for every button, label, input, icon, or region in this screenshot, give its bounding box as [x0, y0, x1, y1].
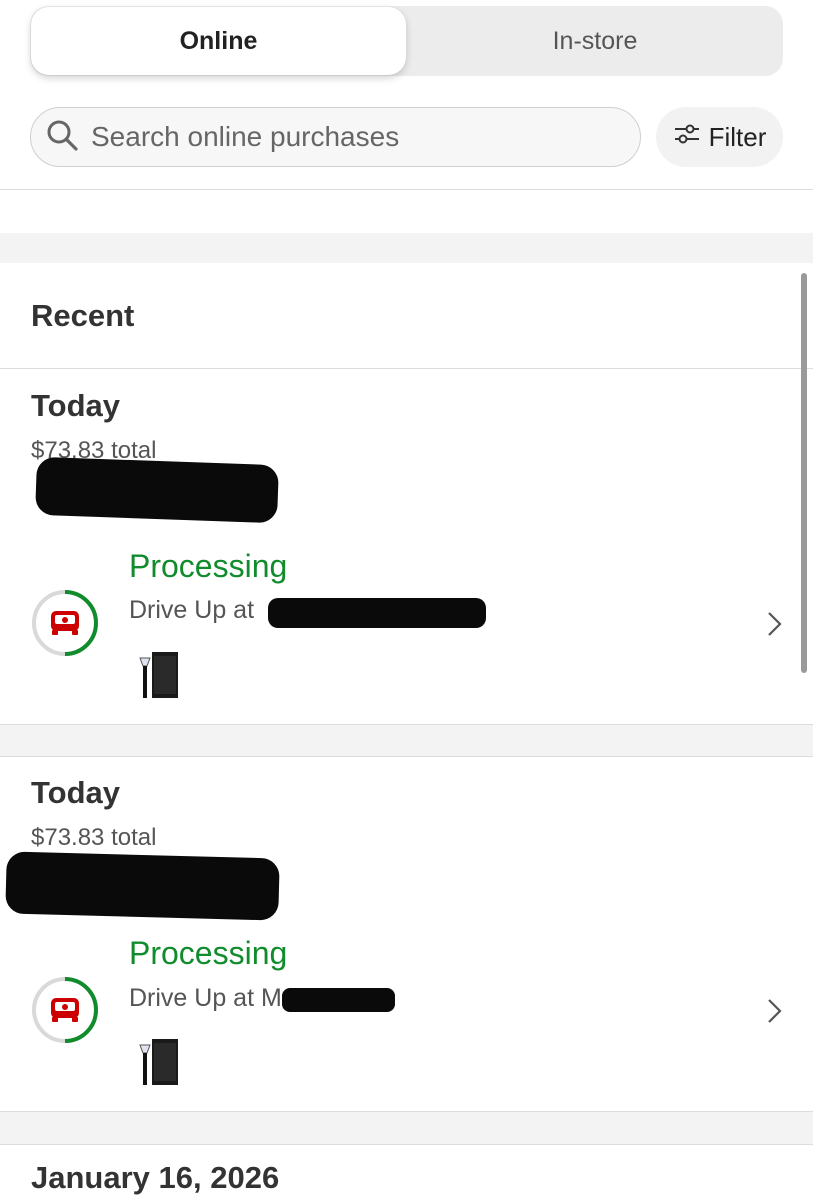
chevron-right-icon[interactable] [764, 609, 784, 639]
section-title: Recent [31, 298, 135, 333]
purchases-page: Online In-store Filter Recent Today $73.… [0, 0, 813, 1199]
pickup-location: Drive Up at M [129, 984, 282, 1012]
car-icon [31, 976, 99, 1044]
card-separator [0, 725, 813, 756]
divider [0, 189, 813, 190]
pickup-location: Drive Up at [129, 596, 255, 624]
redaction-mark [268, 598, 486, 628]
car-icon [31, 589, 99, 657]
divider [0, 756, 813, 757]
redaction-mark [5, 851, 280, 921]
chevron-right-icon[interactable] [764, 996, 784, 1026]
redaction-mark [35, 456, 279, 524]
filter-button[interactable]: Filter [656, 107, 783, 167]
product-thumbnail [136, 1037, 180, 1087]
tab-in-store[interactable]: In-store [407, 6, 783, 76]
tab-online[interactable]: Online [31, 7, 406, 75]
search-bar[interactable] [30, 107, 641, 167]
order-total: $73.83 total [31, 824, 157, 851]
purchase-type-toggle: Online In-store [30, 6, 783, 76]
order-date: January 16, 2026 [31, 1160, 280, 1195]
redaction-mark [282, 988, 395, 1012]
order-date: Today [31, 388, 120, 423]
order-status: Processing [129, 935, 288, 971]
section-separator [0, 233, 813, 263]
divider [0, 1144, 813, 1145]
card-separator [0, 1112, 813, 1144]
scrollbar[interactable] [801, 273, 807, 673]
search-input[interactable] [91, 121, 591, 153]
filter-label: Filter [708, 121, 767, 152]
order-date: Today [31, 775, 120, 810]
divider [0, 368, 813, 369]
sliders-icon [673, 120, 701, 155]
order-status: Processing [129, 548, 288, 584]
product-thumbnail [136, 650, 180, 700]
search-icon [45, 118, 79, 157]
